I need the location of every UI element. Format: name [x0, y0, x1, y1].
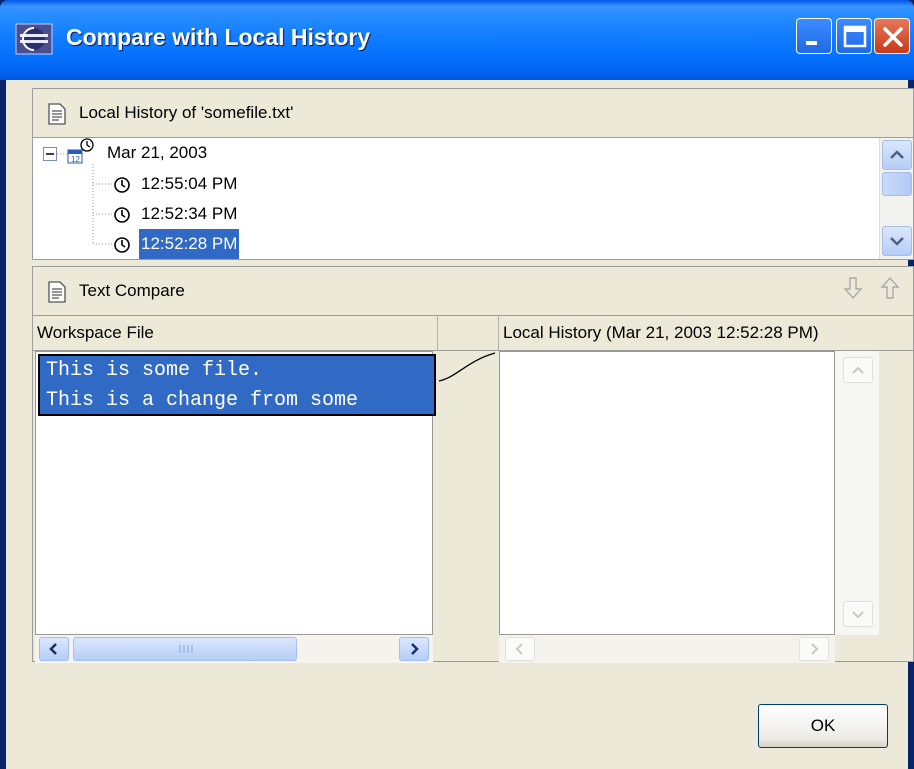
- left-horizontal-scrollbar[interactable]: [35, 635, 433, 663]
- dialog-window: Compare with Local History Local History…: [0, 0, 914, 769]
- tree-entry-label: 12:52:34 PM: [141, 204, 238, 223]
- maximize-icon: [843, 25, 867, 48]
- clock-icon: [114, 177, 130, 193]
- scroll-down-button[interactable]: [882, 226, 912, 256]
- maximize-button[interactable]: [836, 18, 872, 54]
- scroll-up-button[interactable]: [882, 140, 912, 170]
- right-horizontal-scrollbar[interactable]: [499, 635, 835, 663]
- svg-text:12: 12: [71, 155, 80, 164]
- dialog-body: Local History of 'somefile.txt' 12 Mar 2…: [6, 80, 914, 769]
- close-icon: [883, 27, 903, 47]
- close-button[interactable]: [874, 18, 910, 54]
- ok-button[interactable]: OK: [758, 704, 888, 748]
- workspace-file-editor[interactable]: This is some file. This is a change from…: [35, 351, 436, 635]
- document-icon: [48, 281, 66, 303]
- scroll-up-button[interactable]: [843, 357, 873, 383]
- scroll-down-button[interactable]: [843, 601, 873, 627]
- local-history-pane: Local History of 'somefile.txt' 12 Mar 2…: [32, 88, 914, 260]
- chevron-right-icon: [411, 643, 419, 655]
- next-difference-icon[interactable]: [842, 275, 864, 301]
- text-compare-title: Text Compare: [79, 281, 185, 300]
- diff-highlight-block: This is some file. This is a change from…: [38, 354, 436, 416]
- calendar-clock-icon: 12: [67, 138, 94, 164]
- tree-entry-label: 12:55:04 PM: [141, 174, 238, 193]
- scroll-thumb[interactable]: [882, 172, 912, 196]
- clock-icon: [114, 207, 130, 223]
- code-line: This is some file.: [46, 359, 263, 382]
- chevron-left-icon: [49, 643, 57, 655]
- local-history-title: Local History of 'somefile.txt': [79, 103, 294, 122]
- history-tree[interactable]: 12 Mar 21, 2003 12:55:04 PM 12:52:34 PM …: [33, 137, 913, 259]
- tree-vertical-scrollbar[interactable]: [879, 138, 913, 259]
- right-vertical-scrollbar[interactable]: [835, 351, 879, 635]
- eclipse-app-icon: [15, 23, 53, 55]
- difference-navigation: [842, 275, 901, 306]
- chevron-down-icon: [890, 237, 904, 246]
- scroll-thumb[interactable]: [73, 637, 297, 661]
- chevron-up-icon: [852, 366, 864, 374]
- chevron-right-icon: [811, 643, 819, 655]
- window-title: Compare with Local History: [66, 24, 371, 50]
- chevron-left-icon: [515, 643, 523, 655]
- code-line: This is a change from some: [46, 389, 359, 412]
- right-column-header: Local History (Mar 21, 2003 12:52:28 PM): [499, 315, 913, 351]
- scroll-left-button[interactable]: [505, 637, 535, 661]
- local-history-header: Local History of 'somefile.txt': [33, 89, 913, 137]
- center-column-header: [437, 315, 499, 351]
- chevron-up-icon: [890, 150, 904, 159]
- clock-icon: [114, 237, 130, 253]
- scroll-right-button[interactable]: [799, 637, 829, 661]
- diff-connector-gutter: [438, 352, 496, 382]
- minimize-icon: [806, 41, 817, 45]
- workspace-file-label: Workspace File: [37, 323, 154, 342]
- scroll-left-button[interactable]: [39, 637, 69, 661]
- previous-difference-icon[interactable]: [879, 275, 901, 301]
- scroll-right-button[interactable]: [399, 637, 429, 661]
- grip-icon: [179, 645, 193, 653]
- collapse-icon[interactable]: [43, 147, 57, 161]
- local-history-editor[interactable]: [499, 351, 835, 635]
- tree-entry-label: 12:52:28 PM: [139, 229, 240, 259]
- text-compare-header: Text Compare: [33, 267, 913, 315]
- chevron-down-icon: [852, 611, 864, 619]
- text-compare-pane: Text Compare Workspace File Local Histor…: [32, 266, 914, 663]
- title-bar[interactable]: Compare with Local History: [0, 0, 914, 80]
- minimize-button[interactable]: [796, 18, 832, 54]
- local-history-version-label: Local History (Mar 21, 2003 12:52:28 PM): [503, 323, 819, 342]
- document-icon: [48, 103, 66, 125]
- left-column-header: Workspace File: [33, 315, 437, 351]
- tree-date-label: Mar 21, 2003: [107, 143, 208, 162]
